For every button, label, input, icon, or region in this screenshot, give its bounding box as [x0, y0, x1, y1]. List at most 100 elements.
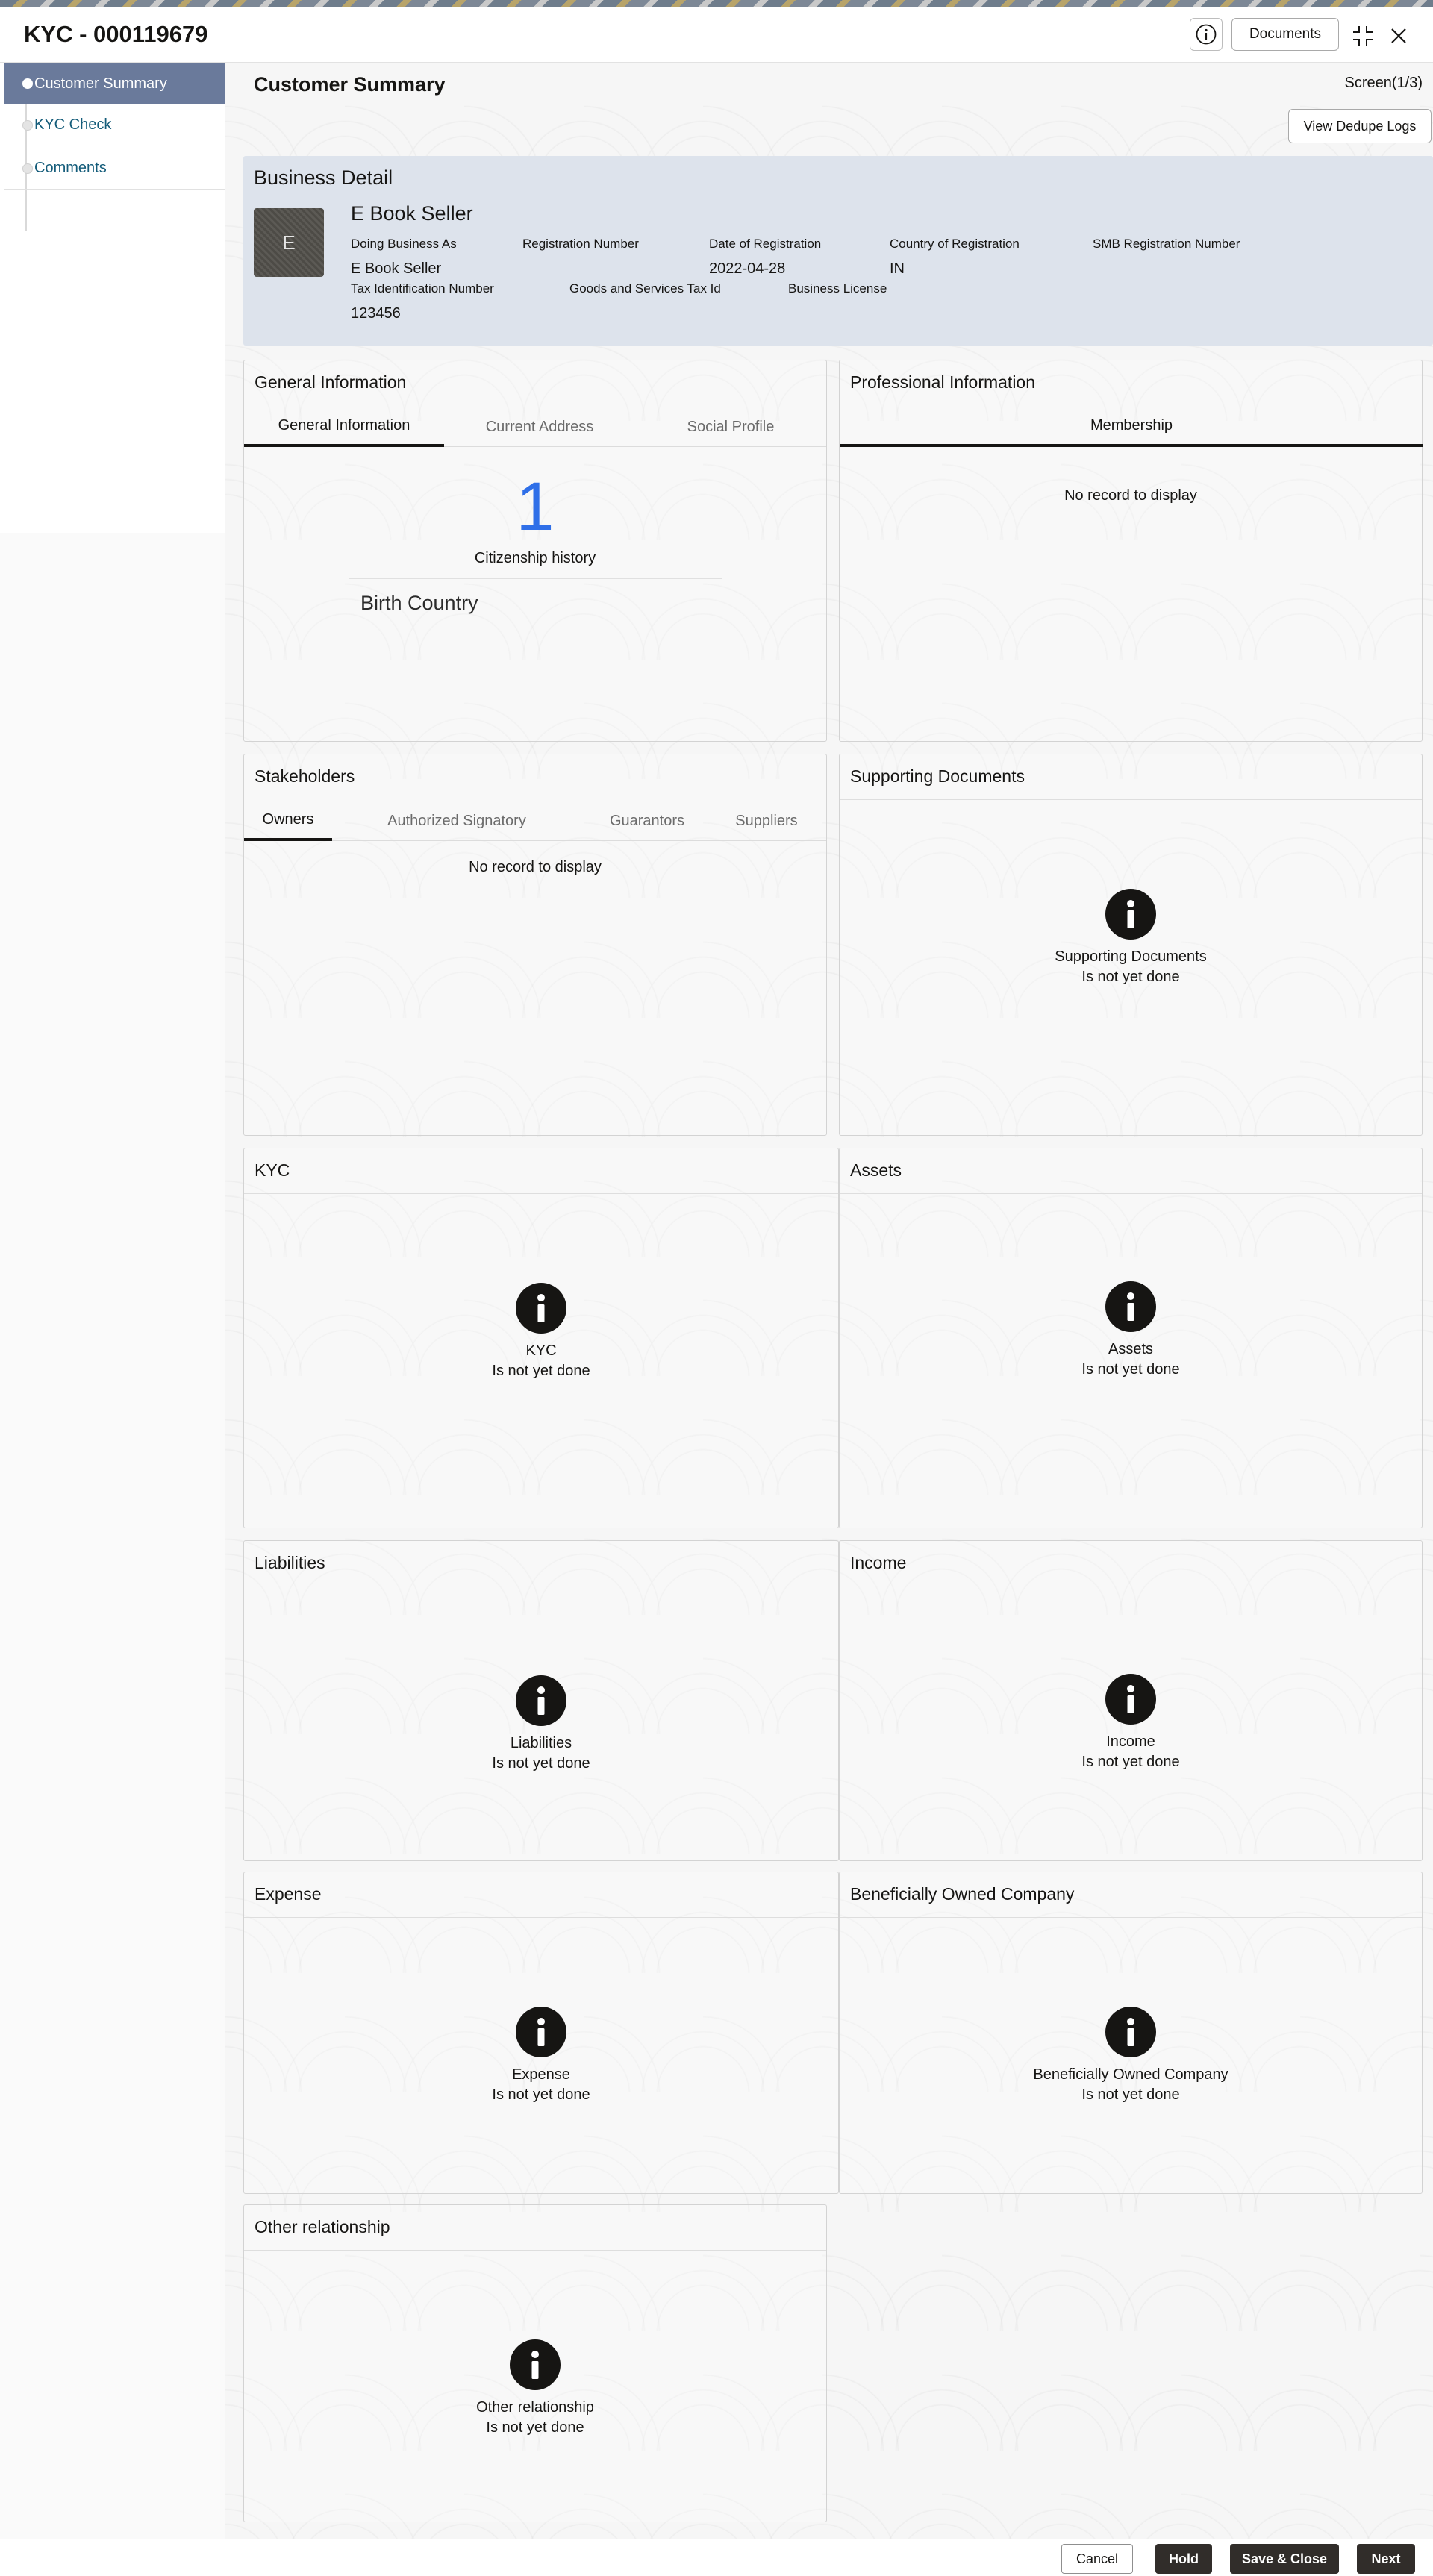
info-icon	[516, 1283, 566, 1334]
tab-guarantors[interactable]: Guarantors	[587, 801, 707, 841]
empty-state-status: Is not yet done	[486, 2419, 584, 2436]
empty-state: Supporting Documents Is not yet done	[840, 889, 1422, 987]
divider	[244, 1917, 838, 1918]
card-title: General Information	[255, 372, 407, 392]
close-icon[interactable]	[1385, 22, 1412, 49]
empty-state-title: Expense	[512, 2066, 570, 2083]
save-close-button[interactable]: Save & Close	[1230, 2544, 1339, 2574]
card-title: Supporting Documents	[850, 766, 1025, 786]
stakeholders-card: Stakeholders Owners Authorized Signatory…	[243, 754, 827, 1136]
hold-button[interactable]: Hold	[1155, 2544, 1212, 2574]
doing-business-as-label: Doing Business As	[351, 237, 457, 251]
empty-state: Expense Is not yet done	[244, 2007, 838, 2105]
tab-owners[interactable]: Owners	[244, 801, 332, 841]
avatar: E	[254, 208, 324, 277]
page-header-title: KYC - 000119679	[24, 21, 208, 47]
beneficially-owned-company-card: Beneficially Owned Company Beneficially …	[839, 1872, 1423, 2194]
empty-state-status: Is not yet done	[1081, 969, 1180, 985]
empty-state-title: KYC	[525, 1342, 557, 1359]
sidebar-item-customer-summary[interactable]: Customer Summary	[4, 63, 225, 104]
business-name: E Book Seller	[351, 202, 473, 225]
stakeholders-tabs: Owners Authorized Signatory Guarantors S…	[244, 801, 826, 841]
tab-suppliers[interactable]: Suppliers	[722, 801, 811, 841]
tab-general-information[interactable]: General Information	[244, 407, 444, 447]
tax-identification-number-label: Tax Identification Number	[351, 281, 494, 296]
empty-state-title: Supporting Documents	[1055, 948, 1207, 965]
empty-state: Other relationship Is not yet done	[244, 2339, 826, 2438]
tab-current-address[interactable]: Current Address	[444, 407, 635, 447]
divider	[840, 799, 1422, 800]
empty-state-status: Is not yet done	[492, 2086, 590, 2103]
info-circle-icon	[1196, 24, 1217, 45]
empty-state-title: Assets	[1108, 1341, 1154, 1357]
general-information-card: General Information General Information …	[243, 360, 827, 742]
page-title: Customer Summary	[254, 73, 446, 96]
empty-state: KYC Is not yet done	[244, 1283, 838, 1381]
business-detail-panel: Business Detail E E Book Seller Doing Bu…	[243, 156, 1433, 346]
smb-registration-number-label: SMB Registration Number	[1093, 237, 1240, 251]
sidebar-item-comments[interactable]: Comments	[4, 148, 225, 190]
tab-social-profile[interactable]: Social Profile	[635, 407, 826, 447]
next-button[interactable]: Next	[1357, 2544, 1415, 2574]
income-card: Income Income Is not yet done	[839, 1540, 1423, 1861]
tax-identification-number-value: 123456	[351, 305, 401, 322]
doing-business-as-value: E Book Seller	[351, 260, 442, 277]
empty-state-title: Liabilities	[510, 1735, 572, 1751]
card-title: Expense	[255, 1884, 322, 1904]
empty-state-status: Is not yet done	[492, 1363, 590, 1379]
documents-button[interactable]: Documents	[1231, 18, 1339, 51]
gst-id-label: Goods and Services Tax Id	[569, 281, 721, 296]
divider	[244, 2250, 826, 2251]
card-title: Income	[850, 1553, 907, 1572]
citizenship-count: 1	[516, 469, 555, 545]
step-dot-icon	[22, 163, 33, 174]
supporting-documents-card: Supporting Documents Supporting Document…	[839, 754, 1423, 1136]
empty-state-status: Is not yet done	[492, 1755, 590, 1772]
assets-card: Assets Assets Is not yet done	[839, 1148, 1423, 1528]
sidebar-item-label: Customer Summary	[34, 75, 167, 92]
empty-state-status: Is not yet done	[1081, 1754, 1180, 1770]
liabilities-card: Liabilities Liabilities Is not yet done	[243, 1540, 839, 1861]
birth-country-label: Birth Country	[360, 592, 478, 614]
country-of-registration-value: IN	[890, 260, 905, 277]
cancel-button[interactable]: Cancel	[1061, 2544, 1133, 2574]
empty-state-title: Beneficially Owned Company	[1033, 2066, 1228, 2083]
sidebar-item-kyc-check[interactable]: KYC Check	[4, 104, 225, 146]
tab-membership[interactable]: Membership	[840, 407, 1423, 447]
left-nav-sidebar: Customer Summary KYC Check Comments	[0, 63, 225, 533]
compress-icon[interactable]	[1349, 22, 1376, 49]
empty-state: Liabilities Is not yet done	[244, 1675, 838, 1774]
sidebar-item-label: KYC Check	[34, 116, 112, 133]
sidebar-item-label: Comments	[34, 160, 107, 176]
date-of-registration-label: Date of Registration	[709, 237, 822, 251]
empty-message: No record to display	[1064, 487, 1197, 504]
divider	[349, 578, 722, 579]
expense-card: Expense Expense Is not yet done	[243, 1872, 839, 2194]
empty-state-title: Other relationship	[476, 2399, 594, 2416]
empty-state-status: Is not yet done	[1081, 1361, 1180, 1378]
info-icon	[1105, 1674, 1156, 1725]
info-icon	[510, 2339, 561, 2390]
avatar-letter: E	[282, 231, 296, 254]
empty-state-status: Is not yet done	[1081, 2086, 1180, 2103]
divider	[244, 1193, 838, 1194]
tab-authorized-signatory[interactable]: Authorized Signatory	[356, 801, 558, 841]
view-dedupe-logs-button[interactable]: View Dedupe Logs	[1288, 109, 1432, 143]
info-button[interactable]	[1190, 18, 1223, 51]
registration-number-label: Registration Number	[522, 237, 639, 251]
info-icon	[1105, 889, 1156, 940]
card-title: Stakeholders	[255, 766, 355, 786]
professional-information-tabs: Membership	[840, 407, 1423, 447]
other-relationship-card: Other relationship Other relationship Is…	[243, 2204, 827, 2522]
footer-action-bar: Cancel Hold Save & Close Next	[0, 2539, 1433, 2576]
app-header: KYC - 000119679 Documents	[0, 7, 1433, 63]
empty-state-title: Income	[1106, 1734, 1155, 1750]
business-detail-title: Business Detail	[254, 166, 393, 189]
card-title: Professional Information	[850, 372, 1036, 392]
divider	[840, 1917, 1422, 1918]
step-dot-icon	[22, 120, 33, 131]
info-icon	[1105, 1281, 1156, 1332]
general-information-tabs: General Information Current Address Soci…	[244, 407, 826, 447]
card-title: KYC	[255, 1160, 290, 1180]
empty-state: Assets Is not yet done	[840, 1281, 1422, 1380]
